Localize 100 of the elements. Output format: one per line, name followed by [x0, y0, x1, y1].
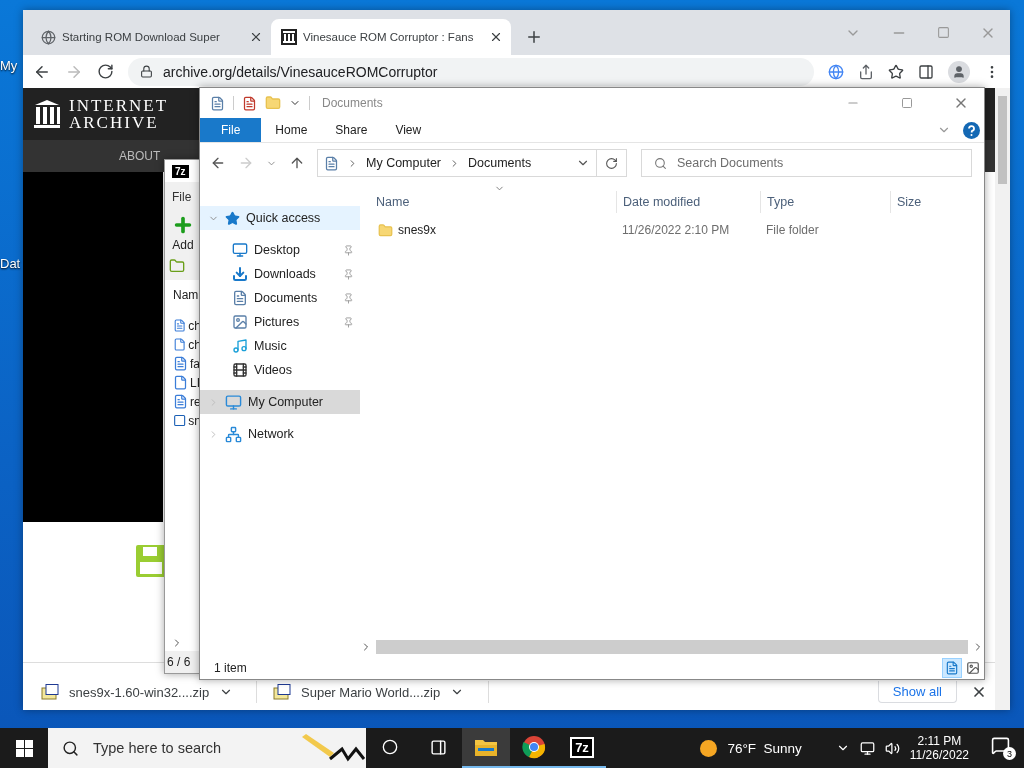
clock[interactable]: 2:11 PM 11/26/2022 [909, 734, 969, 762]
address-field[interactable]: My Computer Documents [317, 149, 597, 177]
scrollbar[interactable] [995, 88, 1010, 710]
circle-icon [382, 739, 398, 755]
folder-up-icon [169, 258, 185, 274]
download-item[interactable]: snes9x-1.60-win32....zip [41, 681, 257, 703]
status-text: 6 / 6 [166, 654, 192, 671]
film-icon [232, 362, 248, 378]
network-status-icon[interactable] [859, 740, 875, 756]
up-icon[interactable] [289, 155, 305, 171]
ribbon-tab[interactable]: File [200, 118, 262, 142]
show-all-button[interactable]: Show all [877, 681, 957, 703]
profile-icon[interactable] [948, 60, 970, 83]
nav-item[interactable]: Network [200, 422, 360, 446]
museum-logo-icon [33, 99, 61, 129]
thumbnail-view-icon[interactable] [966, 660, 980, 675]
browser-tab[interactable]: Starting ROM Download Super [31, 19, 271, 55]
search-field[interactable]: Type here to search [48, 728, 366, 768]
folder-icon [474, 737, 498, 757]
search-icon [62, 739, 79, 757]
nav-item[interactable]: Pictures [200, 310, 360, 334]
zip-archive-icon [273, 684, 291, 700]
ribbon-tab[interactable]: Share [321, 118, 382, 142]
picture-icon [232, 314, 248, 330]
column-header[interactable]: Type [760, 191, 890, 213]
reload-icon[interactable] [97, 63, 114, 80]
breadcrumb-item[interactable]: Documents [468, 156, 532, 170]
folder-icon [378, 222, 393, 238]
notification-count: 3 [1003, 747, 1016, 760]
help-icon[interactable] [963, 121, 980, 139]
nav-item[interactable]: Downloads [200, 262, 360, 286]
refresh-button[interactable] [597, 149, 627, 177]
nav-link[interactable]: ABOUT [119, 149, 161, 163]
computer-icon [225, 393, 242, 411]
browser-tab[interactable]: Vinesauce ROM Corruptor : Fans [271, 19, 511, 55]
menu-item[interactable]: File [165, 182, 201, 208]
share-icon[interactable] [858, 63, 874, 80]
column-header[interactable]: Size [890, 191, 950, 213]
notifications-button[interactable]: 3 [991, 736, 1016, 760]
back-icon[interactable] [210, 155, 226, 171]
file-icon [173, 337, 187, 352]
star-icon [225, 210, 240, 226]
pin-icon [343, 244, 354, 256]
taskbar-app-button[interactable]: 7z [558, 728, 606, 768]
close-icon[interactable] [249, 30, 263, 44]
desktop-icon-label[interactable]: My [0, 58, 18, 73]
close-icon[interactable] [489, 30, 503, 44]
nav-item[interactable]: Videos [200, 358, 360, 382]
file-row[interactable]: fa [165, 354, 201, 373]
star-icon[interactable] [888, 63, 904, 80]
file-icon [173, 375, 188, 390]
search-field[interactable]: Search Documents [641, 149, 972, 177]
add-button[interactable]: Add [165, 208, 201, 252]
pin-icon [343, 268, 354, 280]
nav-item[interactable]: Music [200, 334, 360, 358]
desktop-icon-label[interactable]: Dat [0, 256, 21, 271]
volume-icon[interactable] [884, 740, 900, 756]
lock-icon [140, 65, 153, 78]
side-panel-icon[interactable] [918, 63, 934, 80]
checklist-icon [242, 95, 257, 111]
nav-item[interactable]: Documents [200, 286, 360, 310]
window-icon [173, 413, 187, 428]
window-title: Documents [322, 96, 384, 110]
details-view-button[interactable] [942, 657, 962, 678]
close-icon[interactable] [971, 684, 987, 700]
ribbon-tab[interactable]: View [381, 118, 436, 142]
tab-title: Starting ROM Download Super [62, 31, 221, 43]
document-icon [232, 290, 248, 306]
globe-icon [41, 29, 56, 45]
ribbon-tab[interactable]: Home [261, 118, 322, 142]
archiver-logo: 7z [172, 164, 189, 178]
windows-logo-icon [15, 739, 33, 757]
museum-icon [281, 29, 297, 45]
document-icon [324, 155, 339, 171]
pencil-scribble-icon [300, 733, 366, 763]
pin-icon [343, 292, 354, 304]
address-bar[interactable]: archive.org/details/VinesauceROMCorruptor [128, 57, 814, 86]
column-header[interactable]: Date modified [616, 191, 760, 213]
file-icon [173, 318, 187, 333]
taskbar-app-button[interactable] [462, 728, 510, 768]
zip-archive-icon [41, 684, 59, 700]
breadcrumb-item[interactable]: My Computer [366, 156, 442, 170]
scrollbar[interactable] [376, 640, 968, 654]
file-row[interactable]: snes9x 11/26/2022 2:10 PM File folder [360, 219, 984, 241]
download-icon [232, 266, 248, 282]
column-header[interactable]: Name [360, 191, 616, 213]
network-icon [225, 425, 242, 443]
column-header[interactable]: Nam [165, 288, 201, 302]
site-logo-text[interactable]: INTERNET ARCHIVE [69, 97, 169, 131]
nav-item[interactable]: My Computer [200, 390, 360, 414]
download-item[interactable]: Super Mario World....zip [273, 681, 489, 703]
file-icon [173, 356, 188, 371]
file-row[interactable]: LI [165, 373, 201, 392]
weather-text[interactable]: 76°F Sunny [727, 740, 802, 756]
status-text: 1 item [214, 660, 248, 675]
new-tab-icon[interactable] [525, 28, 543, 46]
sun-icon[interactable] [700, 739, 718, 757]
nav-item[interactable]: Desktop [200, 238, 360, 262]
plus-icon [172, 214, 194, 236]
nav-item[interactable]: Quick access [200, 206, 360, 230]
